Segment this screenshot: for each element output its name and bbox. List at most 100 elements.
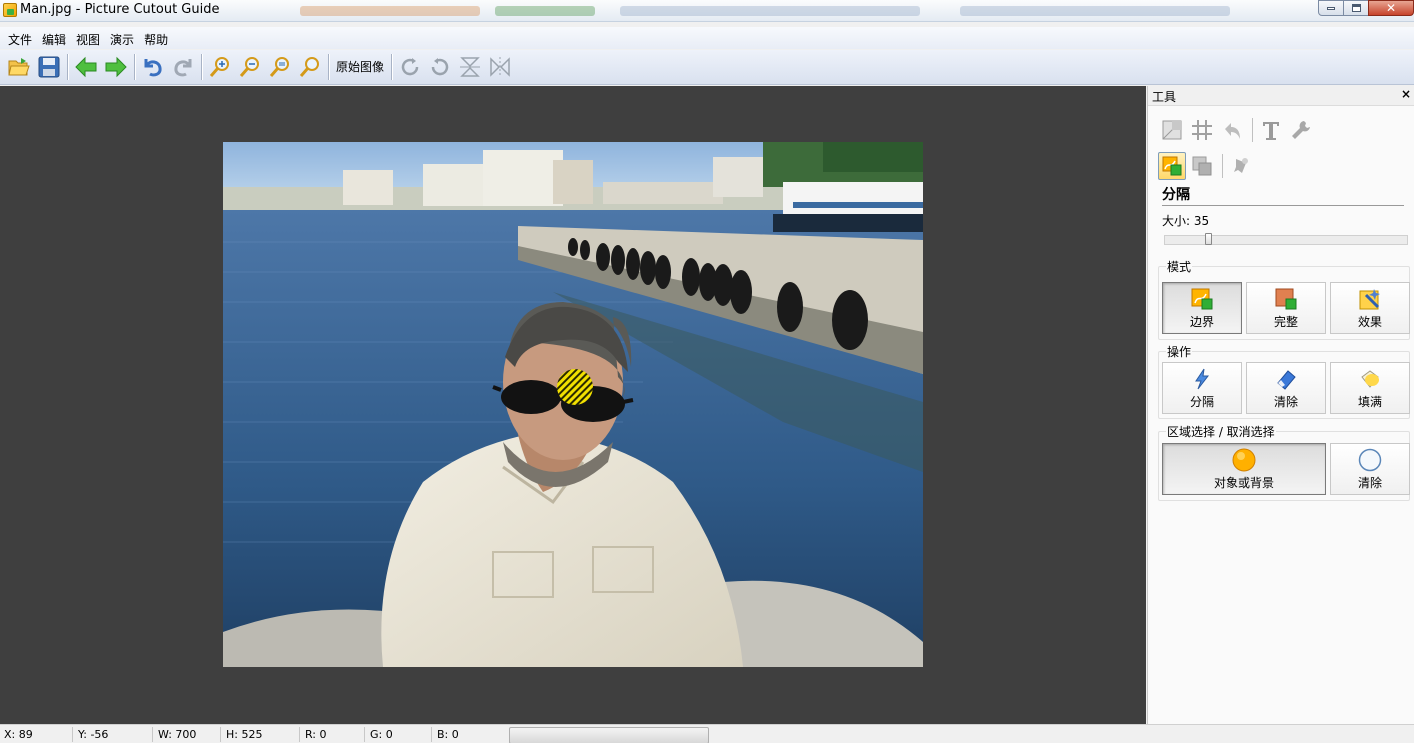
crop-tool-button[interactable] — [1158, 116, 1186, 144]
toolbar-separator — [328, 54, 329, 80]
mode-group: 模式 边界 完整 效果 — [1158, 258, 1410, 340]
status-width: W: 700 — [158, 728, 197, 741]
panel-close-button[interactable]: × — [1401, 87, 1411, 101]
flip-horizontal-icon — [490, 57, 510, 77]
mode-border-button[interactable]: 边界 — [1162, 282, 1242, 334]
flip-horizontal-button[interactable] — [485, 52, 515, 82]
status-separator — [220, 727, 221, 742]
back-tool-button[interactable] — [1218, 116, 1246, 144]
empty-circle-icon — [1358, 448, 1382, 472]
operation-group-label: 操作 — [1166, 343, 1193, 360]
redo-button[interactable] — [168, 52, 198, 82]
menu-view[interactable]: 视图 — [72, 29, 104, 50]
curved-arrow-icon — [1225, 123, 1240, 139]
operation-separate-button[interactable]: 分隔 — [1162, 362, 1242, 414]
zoom-fit-icon — [269, 57, 289, 77]
operation-clear-label: 清除 — [1273, 395, 1298, 409]
region-group: 区域选择 / 取消选择 对象或背景 清除 — [1158, 423, 1410, 501]
border-mode-icon — [1191, 288, 1213, 310]
zoom-actual-button[interactable] — [295, 52, 325, 82]
mode-effect-button[interactable]: 效果 — [1330, 282, 1410, 334]
zoom-actual-icon — [299, 57, 319, 77]
maximize-icon — [1351, 4, 1361, 12]
progress-bar — [509, 727, 709, 743]
crop-icon — [1162, 120, 1182, 140]
region-clear-label: 清除 — [1357, 476, 1382, 490]
menu-file[interactable]: 文件 — [4, 29, 36, 50]
status-height: H: 525 — [226, 728, 263, 741]
brush-size-slider[interactable] — [1164, 233, 1408, 245]
original-image-button[interactable]: 原始图像 — [332, 52, 388, 82]
close-icon: ✕ — [1385, 1, 1397, 15]
region-clear-button[interactable]: 清除 — [1330, 443, 1410, 495]
zoom-out-button[interactable] — [235, 52, 265, 82]
clone-icon — [1192, 156, 1212, 176]
stamp-tool-button[interactable] — [1227, 152, 1255, 180]
title-bar: Man.jpg - Picture Cutout Guide ✕ — [0, 0, 1414, 22]
background-taskbar-strip — [495, 6, 595, 16]
tool-row-1 — [1158, 116, 1317, 144]
region-object-or-background-button[interactable]: 对象或背景 — [1162, 443, 1326, 495]
toolbar-separator — [67, 54, 68, 80]
operation-group: 操作 分隔 清除 填满 — [1158, 343, 1410, 419]
status-separator — [152, 727, 153, 742]
menu-demo[interactable]: 演示 — [106, 29, 138, 50]
open-folder-icon — [8, 58, 30, 76]
clone-tool-button[interactable] — [1188, 152, 1216, 180]
wrench-tool-button[interactable] — [1287, 116, 1315, 144]
text-icon — [1263, 122, 1279, 140]
flip-vertical-button[interactable] — [455, 52, 485, 82]
menu-help[interactable]: 帮助 — [140, 29, 172, 50]
panel-header: 工具 × — [1148, 86, 1414, 106]
lightning-icon — [1195, 368, 1210, 390]
status-red: R: 0 — [305, 728, 327, 741]
photo-canvas[interactable] — [223, 142, 923, 667]
open-button[interactable] — [4, 52, 34, 82]
region-group-label: 区域选择 / 取消选择 — [1166, 423, 1276, 440]
zoom-out-icon — [239, 57, 259, 77]
minimize-button[interactable] — [1318, 0, 1344, 16]
grid-icon — [1192, 120, 1212, 140]
operation-fill-button[interactable]: 填满 — [1330, 362, 1410, 414]
separate-tool-button[interactable] — [1158, 152, 1186, 180]
maximize-button[interactable] — [1343, 0, 1369, 16]
rotate-right-icon — [401, 58, 419, 76]
toolbar-separator — [134, 54, 135, 80]
canvas-workspace[interactable] — [0, 86, 1146, 724]
mode-full-button[interactable]: 完整 — [1246, 282, 1326, 334]
mode-group-label: 模式 — [1166, 258, 1193, 275]
back-arrow-icon — [75, 56, 97, 78]
back-button[interactable] — [71, 52, 101, 82]
zoom-in-button[interactable] — [205, 52, 235, 82]
slider-thumb[interactable] — [1205, 233, 1212, 245]
menu-edit[interactable]: 编辑 — [38, 29, 70, 50]
rotate-left-button[interactable] — [425, 52, 455, 82]
status-separator — [72, 727, 73, 742]
mode-effect-label: 效果 — [1357, 315, 1382, 329]
window-title: Man.jpg - Picture Cutout Guide — [20, 2, 220, 17]
status-blue: B: 0 — [437, 728, 459, 741]
separate-icon — [1162, 156, 1182, 176]
close-button[interactable]: ✕ — [1368, 0, 1414, 16]
forward-arrow-icon — [105, 56, 127, 78]
undo-button[interactable] — [138, 52, 168, 82]
operation-clear-button[interactable]: 清除 — [1246, 362, 1326, 414]
redo-icon — [174, 59, 192, 77]
menu-bar: 文件 编辑 视图 演示 帮助 — [0, 27, 1414, 49]
save-button[interactable] — [34, 52, 64, 82]
status-separator — [431, 727, 432, 742]
operation-fill-label: 填满 — [1357, 395, 1382, 409]
section-title: 分隔 — [1162, 184, 1404, 206]
status-y: Y: -56 — [78, 728, 109, 741]
zoom-fit-button[interactable] — [265, 52, 295, 82]
orange-circle-icon — [1232, 448, 1256, 472]
grid-tool-button[interactable] — [1188, 116, 1216, 144]
full-mode-icon — [1275, 288, 1297, 310]
tool-separator — [1222, 154, 1223, 178]
region-object-label: 对象或背景 — [1213, 476, 1274, 490]
rotate-right-button[interactable] — [395, 52, 425, 82]
forward-button[interactable] — [101, 52, 131, 82]
stamp-icon — [1234, 158, 1248, 173]
text-tool-button[interactable] — [1257, 116, 1285, 144]
status-separator — [299, 727, 300, 742]
